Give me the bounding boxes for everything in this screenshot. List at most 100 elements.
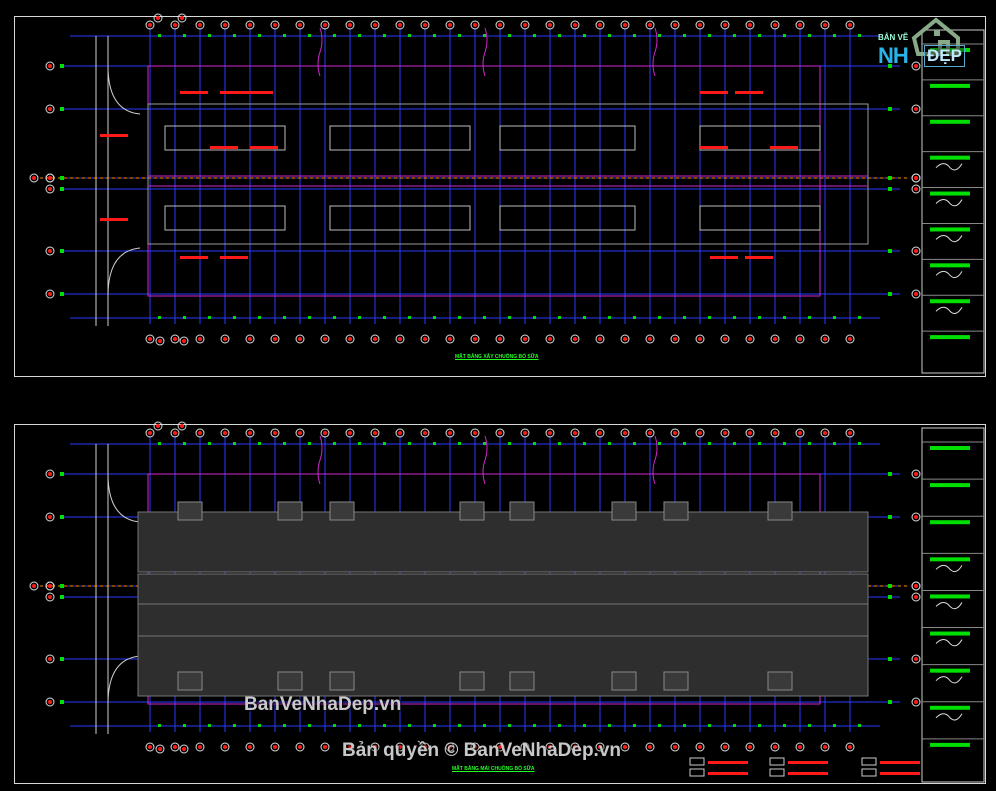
logo-small-text: BẢN VẼ (878, 33, 909, 42)
grid-bubble-dot (748, 337, 752, 341)
green-marker (758, 442, 761, 445)
green-marker (383, 442, 386, 445)
roof-vent (177, 671, 203, 691)
logo-big-text: NH (878, 43, 909, 68)
legend-swatch (769, 768, 785, 777)
signature-icon (935, 306, 963, 314)
green-marker (283, 34, 286, 37)
fixture-mark (770, 146, 798, 149)
green-marker (333, 442, 336, 445)
grid-bubble-dot (823, 23, 827, 27)
grid-bubble-dot (573, 431, 577, 435)
grid-bubble-dot (798, 337, 802, 341)
green-marker (888, 187, 892, 191)
grid-bubble-dot (914, 595, 918, 599)
green-marker (783, 316, 786, 319)
fixture-mark (220, 256, 248, 259)
green-marker (708, 34, 711, 37)
grid-bubble-dot (373, 23, 377, 27)
roof-plan-title: MẶT BẰNG MÁI CHUỒNG BÒ SỮA (452, 766, 535, 772)
green-marker (758, 34, 761, 37)
break-line (317, 435, 323, 485)
green-marker (583, 442, 586, 445)
green-marker (258, 724, 261, 727)
green-marker (483, 724, 486, 727)
green-marker (658, 442, 661, 445)
green-marker (533, 34, 536, 37)
legend-line (880, 761, 920, 764)
fixture-mark (735, 91, 763, 94)
green-marker (508, 724, 511, 727)
green-marker (308, 34, 311, 37)
green-marker (358, 316, 361, 319)
grid-bubble-dot (423, 23, 427, 27)
green-marker (233, 34, 236, 37)
break-line (317, 27, 323, 77)
green-marker (60, 249, 64, 253)
grid-bubble-dot (273, 431, 277, 435)
grid-bubble-dot (848, 337, 852, 341)
green-marker (60, 292, 64, 296)
green-marker (283, 724, 286, 727)
green-marker (888, 292, 892, 296)
grid-bubble-dot (323, 431, 327, 435)
title-block-text (930, 594, 970, 599)
grid-bubble-dot (623, 337, 627, 341)
grid-bubble-dot (273, 337, 277, 341)
green-marker (158, 442, 161, 445)
green-marker (888, 249, 892, 253)
fixture-mark (100, 134, 128, 137)
grid-bubble-dot (423, 431, 427, 435)
green-marker (858, 724, 861, 727)
grid-bubble-dot (498, 431, 502, 435)
green-marker (208, 442, 211, 445)
grid-bubble-dot (523, 431, 527, 435)
grid-bubble-dot (914, 515, 918, 519)
roof-vent (509, 671, 535, 691)
grid-bubble-dot (373, 337, 377, 341)
green-marker (208, 34, 211, 37)
roof-vent (459, 671, 485, 691)
green-marker (888, 107, 892, 111)
break-line (652, 435, 658, 485)
green-marker (60, 64, 64, 68)
green-marker (888, 176, 892, 180)
grid-bubble-dot (748, 745, 752, 749)
roof-vent (767, 501, 793, 521)
grid-bubble-dot (32, 584, 36, 588)
green-marker (583, 34, 586, 37)
roof-vent (177, 501, 203, 521)
grid-bubble-dot (48, 64, 52, 68)
green-marker (233, 442, 236, 445)
grid-bubble-dot (548, 337, 552, 341)
title-block-text (930, 335, 970, 340)
grid-bubble-dot (48, 584, 52, 588)
grid-bubble-dot (673, 23, 677, 27)
grid-bubble-dot (623, 745, 627, 749)
green-marker (483, 442, 486, 445)
green-marker (333, 724, 336, 727)
green-marker (433, 724, 436, 727)
grid-bubble-dot (48, 249, 52, 253)
grid-bubble-dot (198, 23, 202, 27)
grid-bubble-dot (914, 700, 918, 704)
green-marker (308, 316, 311, 319)
grid-bubble-dot (748, 431, 752, 435)
green-marker (508, 442, 511, 445)
grid-bubble-dot (223, 337, 227, 341)
title-block-text (930, 557, 970, 562)
grid-bubble-dot (448, 337, 452, 341)
green-marker (583, 316, 586, 319)
grid-bubble-dot (323, 745, 327, 749)
barn-walls (147, 103, 869, 245)
legend-line (708, 772, 748, 775)
green-marker (658, 724, 661, 727)
grid-bubble-dot (323, 23, 327, 27)
roof-vent (277, 671, 303, 691)
grid-bubble-dot (598, 337, 602, 341)
grid-bubble-dot (373, 431, 377, 435)
roof-vent (329, 501, 355, 521)
green-marker (158, 724, 161, 727)
grid-bubble-dot (323, 337, 327, 341)
roof-vent (459, 501, 485, 521)
